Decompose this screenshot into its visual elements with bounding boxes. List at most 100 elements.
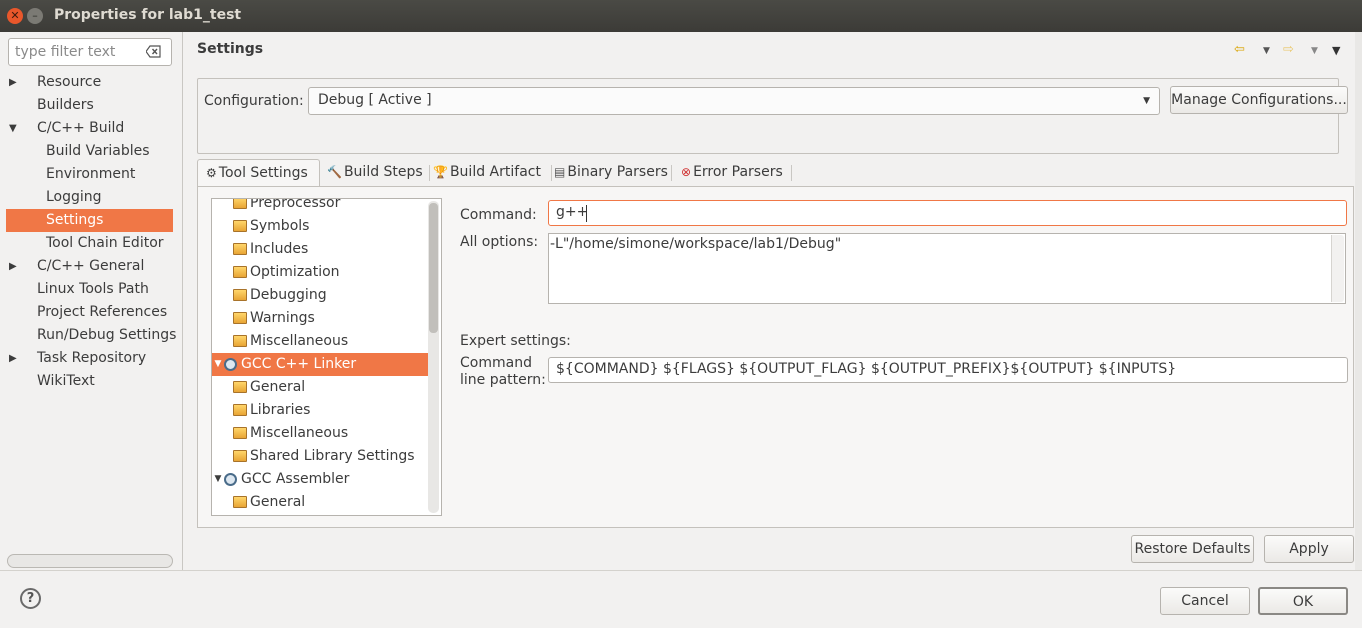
tool-tree-item[interactable]: Symbols <box>212 215 428 238</box>
tool-tree-item[interactable]: Optimization <box>212 261 428 284</box>
nav-item-tool-chain-editor[interactable]: Tool Chain Editor <box>0 232 183 255</box>
nav-item-build-variables[interactable]: Build Variables <box>0 140 183 163</box>
tool-tree-item[interactable]: ▼ GCC C++ Linker <box>212 353 428 376</box>
tool-tree-item[interactable]: Miscellaneous <box>212 422 428 445</box>
text-caret <box>586 205 587 222</box>
manage-configurations-button[interactable]: Manage Configurations... <box>1170 86 1348 114</box>
collapsed-arrow-icon[interactable]: ▶ <box>9 71 21 94</box>
tool-tree-item[interactable]: Debugging <box>212 284 428 307</box>
tool-tree-item-label: Warnings <box>250 310 315 326</box>
tree-scroll-thumb[interactable] <box>429 203 438 333</box>
tab-tool-settings[interactable]: ⚙ Tool Settings <box>197 159 320 187</box>
command-line-pattern-label-line2: line pattern: <box>460 372 546 388</box>
ok-button[interactable]: OK <box>1258 587 1348 615</box>
all-options-scrollbar[interactable] <box>1331 235 1344 302</box>
option-folder-icon <box>233 404 247 416</box>
nav-item-project-references[interactable]: Project References <box>0 301 183 324</box>
command-line-pattern-label: Command line pattern: <box>460 355 546 389</box>
nav-item-c-c-build[interactable]: ▼ C/C++ Build <box>0 117 183 140</box>
restore-defaults-button[interactable]: Restore Defaults <box>1131 535 1254 563</box>
option-folder-icon <box>233 427 247 439</box>
cancel-button[interactable]: Cancel <box>1160 587 1250 615</box>
tool-tree-item[interactable]: ▼ GCC Assembler <box>212 468 428 491</box>
expanded-arrow-icon[interactable]: ▼ <box>212 353 224 376</box>
tool-tree-item-label: Shared Library Settings <box>250 448 415 464</box>
error-icon: ⊗ <box>681 165 692 179</box>
tool-tree-item-label: General <box>250 379 306 395</box>
tab-binary-parsers[interactable]: ▤ Binary Parsers <box>546 159 668 186</box>
left-scrollbar[interactable] <box>7 554 173 568</box>
chevron-down-icon: ▼ <box>1143 96 1150 106</box>
tool-tree-item[interactable]: Libraries <box>212 399 428 422</box>
clear-filter-icon[interactable] <box>146 45 161 58</box>
nav-item-c-c-general[interactable]: ▶ C/C++ General <box>0 255 183 278</box>
help-icon[interactable]: ? <box>20 588 41 609</box>
tool-tree-item-label: General <box>250 494 306 510</box>
configuration-select[interactable]: Debug [ Active ] ▼ <box>308 87 1160 115</box>
tool-tree-item-label: Optimization <box>250 264 340 280</box>
tool-settings-tree: General ▼ GCC Assembler Shared Library Sett… <box>211 198 442 516</box>
nav-item-label: Run/Debug Settings <box>37 327 177 343</box>
tool-tree-item[interactable]: General <box>212 376 428 399</box>
tool-tree-item[interactable]: Warnings <box>212 307 428 330</box>
option-folder-icon <box>233 496 247 508</box>
tool-tree-item[interactable]: Preprocessor <box>212 199 428 215</box>
nav-item-builders[interactable]: Builders <box>0 94 183 117</box>
command-line-pattern-input[interactable]: ${COMMAND} ${FLAGS} ${OUTPUT_FLAG} ${OUT… <box>548 357 1348 383</box>
expert-settings-label: Expert settings: <box>460 333 571 349</box>
nav-item-label: Resource <box>37 74 102 90</box>
window-title: Properties for lab1_test <box>54 7 242 23</box>
filter-input[interactable] <box>15 43 143 61</box>
tool-tree-item[interactable]: General <box>212 491 428 514</box>
page-title: Settings <box>197 41 264 57</box>
option-folder-icon <box>233 266 247 278</box>
option-folder-icon <box>233 450 247 462</box>
nav-item-label: Build Variables <box>46 143 150 159</box>
nav-item-run-debug-settings[interactable]: Run/Debug Settings <box>0 324 183 347</box>
tool-gear-icon <box>224 473 237 486</box>
tool-tree-item[interactable]: Includes <box>212 238 428 261</box>
tree-scrollbar[interactable] <box>428 201 439 513</box>
option-folder-icon <box>233 381 247 393</box>
tab-build-steps[interactable]: 🔨 Build Steps <box>319 159 423 186</box>
preference-tree: ▶ Resource Builders ▼ C/C++ Build Build Varia… <box>0 71 183 393</box>
nav-item-label: Task Repository <box>37 350 147 366</box>
window-close-button[interactable]: ✕ <box>7 8 23 24</box>
filter-field[interactable] <box>8 38 172 66</box>
expanded-arrow-icon[interactable]: ▼ <box>9 117 21 140</box>
back-dropdown-icon[interactable]: ▼ <box>1263 46 1270 56</box>
collapsed-arrow-icon[interactable]: ▶ <box>9 347 21 370</box>
all-options-label: All options: <box>460 234 539 250</box>
expanded-arrow-icon[interactable]: ▼ <box>212 468 224 491</box>
command-input[interactable]: g++ <box>548 200 1347 226</box>
tool-tree-item[interactable]: Shared Library Settings <box>212 445 428 468</box>
option-folder-icon <box>233 243 247 255</box>
all-options-textarea[interactable]: -L"/home/simone/workspace/lab1/Debug" <box>548 233 1346 304</box>
nav-item-logging[interactable]: Logging <box>0 186 183 209</box>
forward-arrow-icon[interactable]: ⇨ <box>1283 42 1294 57</box>
forward-dropdown-icon[interactable]: ▼ <box>1311 46 1318 56</box>
configuration-value: Debug [ Active ] <box>318 92 432 108</box>
binary-icon: ▤ <box>554 165 566 179</box>
tab-error-parsers[interactable]: ⊗ Error Parsers <box>673 159 783 186</box>
back-arrow-icon[interactable]: ⇦ <box>1234 42 1245 57</box>
nav-item-task-repository[interactable]: ▶ Task Repository <box>0 347 183 370</box>
nav-item-linux-tools-path[interactable]: Linux Tools Path <box>0 278 183 301</box>
apply-button[interactable]: Apply <box>1264 535 1354 563</box>
tool-tree-item[interactable]: Miscellaneous <box>212 330 428 353</box>
collapsed-arrow-icon[interactable]: ▶ <box>9 255 21 278</box>
all-options-value: -L"/home/simone/workspace/lab1/Debug" <box>550 236 842 252</box>
view-menu-icon[interactable]: ▼ <box>1332 44 1340 57</box>
option-folder-icon <box>233 312 247 324</box>
command-label: Command: <box>460 207 537 223</box>
nav-item-resource[interactable]: ▶ Resource <box>0 71 183 94</box>
nav-item-environment[interactable]: Environment <box>0 163 183 186</box>
nav-item-label: Tool Chain Editor <box>46 235 164 251</box>
window-minimize-button[interactable]: – <box>27 8 43 24</box>
nav-item-wikitext[interactable]: WikiText <box>0 370 183 393</box>
tool-tree-item-label: GCC Assembler <box>241 471 350 487</box>
nav-item-settings[interactable]: Settings <box>6 209 173 232</box>
tab-build-artifact[interactable]: 🏆 Build Artifact <box>425 159 541 186</box>
option-folder-icon <box>233 199 247 209</box>
dialog-footer: ? Cancel OK <box>0 570 1362 628</box>
